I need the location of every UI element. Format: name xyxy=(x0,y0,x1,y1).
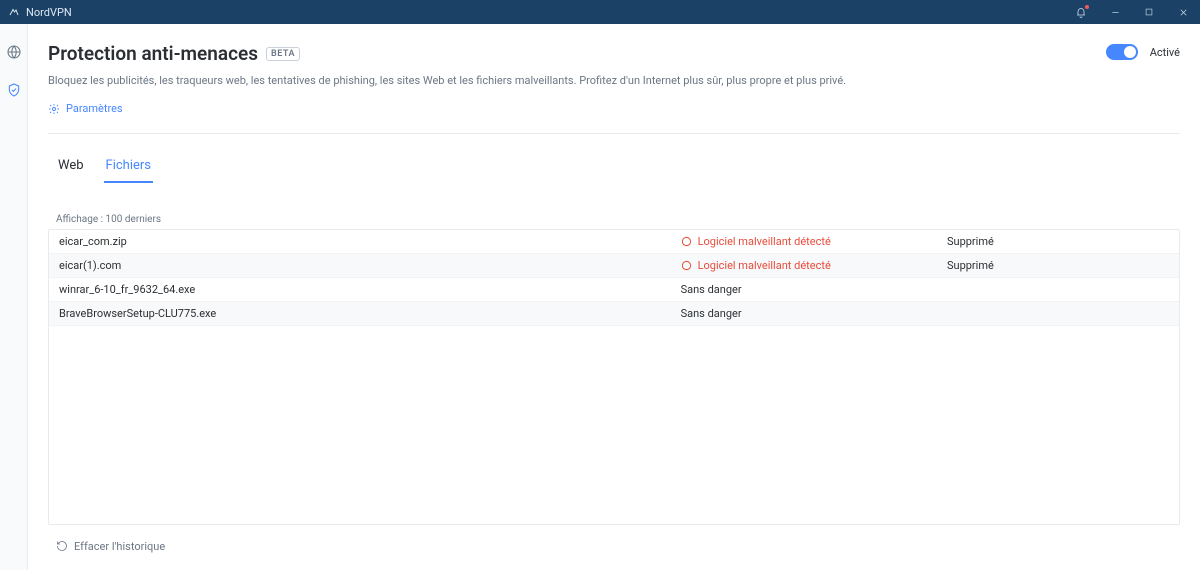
file-name: eicar(1).com xyxy=(59,259,681,272)
tab-files[interactable]: Fichiers xyxy=(104,152,153,183)
file-name: winrar_6-10_fr_9632_64.exe xyxy=(59,283,681,296)
table-row[interactable]: BraveBrowserSetup-CLU775.exeSans danger xyxy=(49,302,1179,326)
page-title-text: Protection anti-menaces xyxy=(48,42,258,65)
file-status: Sans danger xyxy=(681,283,947,296)
table-row[interactable]: winrar_6-10_fr_9632_64.exeSans danger xyxy=(49,278,1179,302)
toggle-label: Activé xyxy=(1150,46,1180,59)
table-row[interactable]: eicar(1).comLogiciel malveillant détecté… xyxy=(49,254,1179,278)
enable-toggle[interactable] xyxy=(1106,44,1138,60)
file-status: Sans danger xyxy=(681,307,947,320)
warning-icon xyxy=(681,260,692,271)
page-description: Bloquez les publicités, les traqueurs we… xyxy=(48,73,1106,88)
app-icon xyxy=(8,6,20,18)
file-name: BraveBrowserSetup-CLU775.exe xyxy=(59,307,681,320)
titlebar: NordVPN xyxy=(0,0,1200,24)
file-name: eicar_com.zip xyxy=(59,235,681,248)
sidebar-item-globe[interactable] xyxy=(4,42,24,62)
main-panel: Protection anti-menaces BETA Bloquez les… xyxy=(28,24,1200,570)
minimize-button[interactable] xyxy=(1098,0,1132,24)
file-status: Logiciel malveillant détecté xyxy=(681,235,947,248)
file-table: eicar_com.zipLogiciel malveillant détect… xyxy=(48,229,1180,525)
tabs: Web Fichiers xyxy=(48,152,1180,184)
settings-link-label: Paramètres xyxy=(66,102,123,115)
maximize-button[interactable] xyxy=(1132,0,1166,24)
clear-history-label: Effacer l'historique xyxy=(74,540,165,553)
file-action: Supprimé xyxy=(947,235,1169,248)
window-title: NordVPN xyxy=(26,6,72,19)
list-info: Affichage : 100 derniers xyxy=(48,214,1180,225)
settings-link[interactable]: Paramètres xyxy=(48,102,123,115)
clear-history-link[interactable]: Effacer l'historique xyxy=(56,540,165,553)
sidebar-item-shield[interactable] xyxy=(4,80,24,100)
warning-icon xyxy=(681,236,692,247)
footer: Effacer l'historique xyxy=(48,525,1180,570)
table-row[interactable]: eicar_com.zipLogiciel malveillant détect… xyxy=(49,230,1179,254)
beta-badge: BETA xyxy=(266,47,300,61)
tab-web[interactable]: Web xyxy=(56,152,86,183)
notifications-icon[interactable] xyxy=(1064,0,1098,24)
sidebar xyxy=(0,24,28,570)
file-status: Logiciel malveillant détecté xyxy=(681,259,947,272)
page-title: Protection anti-menaces BETA xyxy=(48,42,300,65)
close-button[interactable] xyxy=(1166,0,1200,24)
window-controls xyxy=(1064,0,1200,24)
file-action: Supprimé xyxy=(947,259,1169,272)
divider xyxy=(48,133,1180,134)
